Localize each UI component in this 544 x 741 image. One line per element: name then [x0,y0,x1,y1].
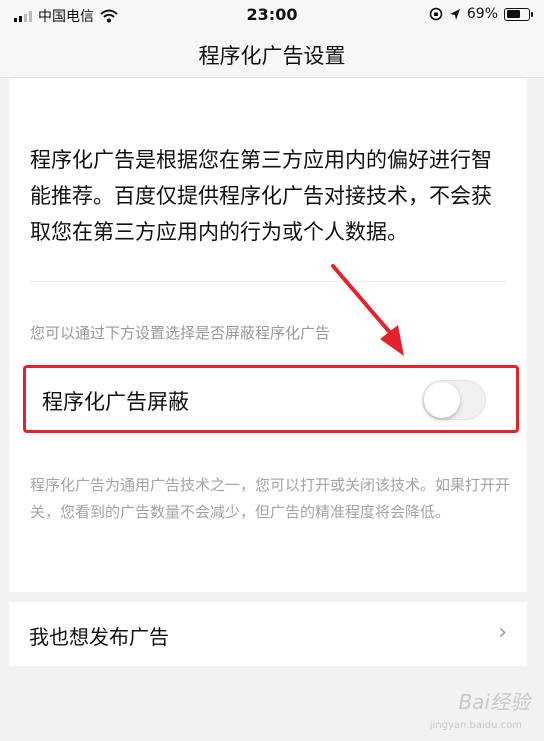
location-icon [449,8,460,20]
annotation-highlight-box [23,365,519,433]
battery-icon [504,7,533,21]
intro-text: 程序化广告是根据您在第三方应用内的偏好进行智能推荐。百度仅提供程序化广告对接技术… [30,148,492,244]
battery-percent: 69% [466,6,498,22]
hint-text: 您可以通过下方设置选择是否屏蔽程序化广告 [30,324,331,342]
publish-ad-row[interactable]: 我也想发布广告 › [9,602,527,666]
description-text: 程序化广告为通用广告技术之一，您可以打开或关闭该技术。如果打开开关，您看到的广告… [30,476,511,521]
status-bar-right: 69% [429,6,533,22]
nav-bar: 程序化广告设置 [0,30,544,78]
watermark-logo: Bai经验 [458,690,530,714]
chevron-right-icon: › [498,620,507,645]
publish-ad-label: 我也想发布广告 [29,625,169,649]
settings-card: 程序化广告是根据您在第三方应用内的偏好进行智能推荐。百度仅提供程序化广告对接技术… [9,78,527,592]
battery-level [506,10,521,18]
orientation-lock-icon [429,7,443,21]
divider [30,281,506,282]
screen: 中国电信 23:00 69% 程序化广告设置 程序化广告是根据您在第三方应用内的… [0,0,544,741]
status-bar: 中国电信 23:00 69% [0,0,544,30]
watermark-url: jingyan.baidu.com [429,720,522,731]
page-title: 程序化广告设置 [198,44,346,68]
